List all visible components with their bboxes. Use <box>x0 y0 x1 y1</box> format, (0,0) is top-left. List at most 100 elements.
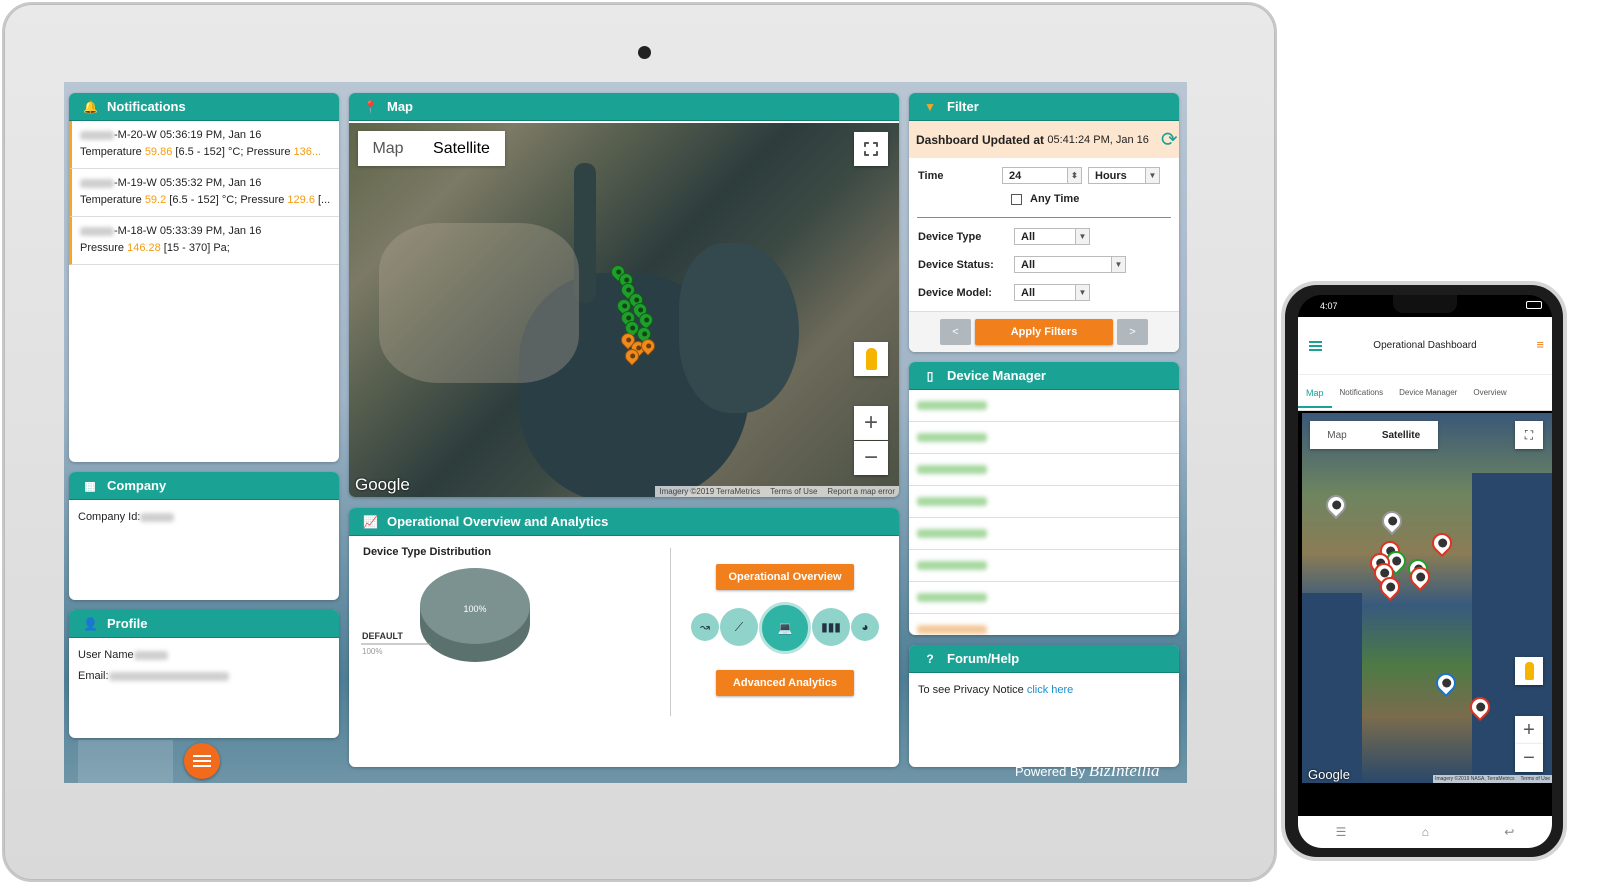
fullscreen-button[interactable] <box>854 132 888 166</box>
device-row[interactable] <box>909 614 1179 635</box>
legend-percent: 100% <box>362 647 382 656</box>
redacted-device-id <box>80 178 114 188</box>
notification-device: -M-18-W 05:33:39 PM, Jan 16 <box>114 225 262 237</box>
fullscreen-icon <box>864 142 878 156</box>
satellite-map[interactable]: Map Satellite + − Google Imagery ©2019 T… <box>349 123 899 497</box>
device-row[interactable] <box>909 550 1179 582</box>
filter-icon[interactable]: ≡ <box>1536 337 1544 352</box>
notification-text: [15 - 370] Pa; <box>160 242 230 254</box>
device-row[interactable] <box>909 582 1179 614</box>
legend-name: DEFAULT <box>362 631 403 641</box>
bar-chart-icon[interactable]: ▮▮▮ <box>812 608 850 646</box>
redacted-company-id <box>140 512 175 522</box>
device-status-select[interactable]: All ▼ <box>1014 256 1126 273</box>
truck-marker-pin[interactable] <box>1427 528 1457 558</box>
zoom-out-button[interactable]: − <box>854 441 888 475</box>
map-type-toggle: Map Satellite <box>358 131 505 166</box>
time-unit-select[interactable]: Hours ▼ <box>1088 167 1160 184</box>
phone-nav-bar: ☰ ⌂ ↩ <box>1298 816 1552 848</box>
email-label: Email: <box>78 670 109 682</box>
bell-icon: 🔔 <box>83 99 98 114</box>
brand-logo: BizIntellia <box>1088 761 1160 780</box>
refresh-icon[interactable]: ⟳ <box>1161 127 1178 152</box>
profile-title: Profile <box>107 616 148 631</box>
phone-terms-link[interactable]: Terms of Use <box>1521 776 1550 782</box>
home-icon[interactable]: ⌂ <box>1422 825 1429 839</box>
phone-status-bar: 4:07 <box>1298 295 1552 317</box>
phone-fullscreen-button[interactable]: ⛶ <box>1515 421 1543 449</box>
phone-pegman-button[interactable] <box>1515 657 1543 685</box>
menu-fab-button[interactable] <box>184 743 220 779</box>
spinner-icon[interactable]: ⬍ <box>1067 168 1081 183</box>
profile-username-row: User Name <box>69 638 339 661</box>
tab-overview[interactable]: Overview <box>1465 388 1514 397</box>
advanced-analytics-button[interactable]: Advanced Analytics <box>716 670 854 696</box>
map-type-map-button[interactable]: Map <box>358 131 418 166</box>
truck-marker-pin[interactable] <box>1431 668 1461 698</box>
company-title: Company <box>107 478 167 493</box>
device-row[interactable] <box>909 486 1179 518</box>
company-panel: ▦ Company Company Id: <box>69 472 339 600</box>
chevron-down-icon: ▼ <box>1145 168 1159 183</box>
device-row[interactable] <box>909 422 1179 454</box>
operational-overview-button[interactable]: Operational Overview <box>716 564 854 590</box>
phone-satellite-button[interactable]: Satellite <box>1364 421 1438 449</box>
any-time-checkbox[interactable] <box>1011 193 1022 205</box>
back-icon[interactable]: ↩ <box>1504 825 1514 839</box>
phone-zoom-out-button[interactable]: − <box>1515 744 1543 772</box>
zoom-in-button[interactable]: + <box>854 406 888 440</box>
truck-marker-pin[interactable] <box>1377 506 1407 536</box>
phone-zoom-in-button[interactable]: + <box>1515 716 1543 744</box>
filter-actions: < Apply Filters > <box>909 311 1179 352</box>
report-error-link[interactable]: Report a map error <box>827 487 895 496</box>
username-label: User Name <box>78 649 134 661</box>
phone-map[interactable]: Map Satellite ⛶ + − Google Imagery ©2019… <box>1302 413 1552 783</box>
truck-marker-pin[interactable] <box>1321 490 1351 520</box>
map-type-satellite-button[interactable]: Satellite <box>418 131 505 166</box>
filter-header: ▼ Filter <box>909 93 1179 121</box>
pegman-button[interactable] <box>854 342 888 376</box>
device-type-row: Device Type All ▼ <box>918 228 1179 245</box>
phone-tabs: Map Notifications Device Manager Overvie… <box>1298 375 1552 411</box>
device-type-select[interactable]: All ▼ <box>1014 228 1090 245</box>
device-row[interactable] <box>909 518 1179 550</box>
pie-chart-icon[interactable]: ◕ <box>851 613 879 641</box>
attribution-text: Imagery ©2019 TerraMetrics <box>659 487 761 496</box>
question-circle-icon: ? <box>926 651 934 666</box>
prev-button[interactable]: < <box>940 319 971 345</box>
phone-app-bar: Operational Dashboard ≡ <box>1298 317 1552 375</box>
terms-link[interactable]: Terms of Use <box>770 487 817 496</box>
apply-filters-button[interactable]: Apply Filters <box>975 319 1113 345</box>
notification-item[interactable]: -M-18-W 05:33:39 PM, Jan 16 Pressure 146… <box>69 217 339 265</box>
time-value-input[interactable]: 24 ⬍ <box>1002 167 1082 184</box>
chevron-down-icon: ▼ <box>1111 257 1125 272</box>
tab-map[interactable]: Map <box>1298 378 1332 408</box>
redacted-device-id <box>80 130 114 140</box>
notification-text: Pressure <box>80 242 128 254</box>
tab-notifications[interactable]: Notifications <box>1332 388 1392 397</box>
trend-line-icon[interactable]: ⟋ <box>720 608 758 646</box>
funnel-icon: ▼ <box>924 99 936 114</box>
phone-map-button[interactable]: Map <box>1310 421 1364 449</box>
next-button[interactable]: > <box>1117 319 1148 345</box>
hamburger-icon[interactable] <box>1309 345 1322 347</box>
notification-item[interactable]: -M-19-W 05:35:32 PM, Jan 16 Temperature … <box>69 169 339 217</box>
device-row[interactable] <box>909 454 1179 486</box>
time-row: Time 24 ⬍ Hours ▼ <box>918 167 1179 184</box>
tab-device-manager[interactable]: Device Manager <box>1391 388 1465 397</box>
time-label: Time <box>918 169 944 182</box>
privacy-link[interactable]: click here <box>1027 684 1073 696</box>
notification-text: Temperature <box>80 146 145 158</box>
notification-text: [... <box>314 194 331 206</box>
route-icon[interactable]: ↝ <box>691 613 719 641</box>
redacted-username <box>133 650 168 660</box>
device-model-value: All <box>1021 286 1036 299</box>
device-row[interactable] <box>909 390 1179 422</box>
building-icon: ▦ <box>84 478 96 493</box>
notification-item[interactable]: -M-20-W 05:36:19 PM, Jan 16 Temperature … <box>69 121 339 169</box>
tablet-frame: 🔔 Notifications -M-20-W 05:36:19 PM, Jan … <box>2 2 1277 882</box>
device-model-select[interactable]: All ▼ <box>1014 284 1090 301</box>
laptop-dashboard-icon[interactable]: 💻 <box>759 602 811 654</box>
forum-help-title: Forum/Help <box>947 651 1020 666</box>
recent-apps-icon[interactable]: ☰ <box>1336 825 1347 839</box>
